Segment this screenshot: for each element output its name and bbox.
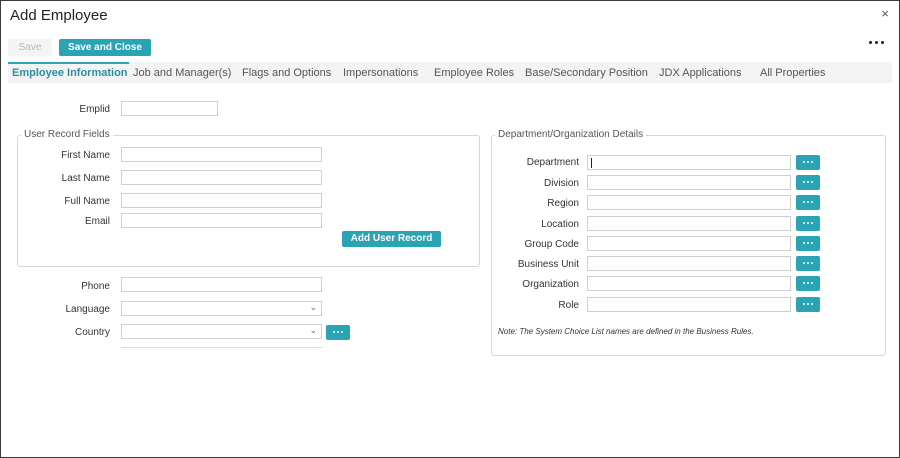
location-label: Location bbox=[541, 219, 579, 230]
department-label: Department bbox=[526, 157, 579, 168]
full-name-input[interactable] bbox=[121, 193, 322, 208]
division-input[interactable] bbox=[587, 175, 791, 190]
add-employee-dialog: Add Employee × Save Save and Close Emplo… bbox=[0, 0, 900, 458]
close-icon[interactable]: × bbox=[881, 6, 889, 21]
organization-input[interactable] bbox=[587, 276, 791, 291]
last-name-input[interactable] bbox=[121, 170, 322, 185]
last-name-label: Last Name bbox=[61, 173, 110, 184]
divider bbox=[121, 347, 322, 348]
region-label: Region bbox=[547, 198, 579, 209]
phone-label: Phone bbox=[81, 281, 110, 292]
business-unit-picker-button[interactable] bbox=[796, 256, 820, 271]
tab-employee-information[interactable]: Employee Information bbox=[12, 67, 128, 79]
group-code-label: Group Code bbox=[524, 239, 579, 250]
location-picker-button[interactable] bbox=[796, 216, 820, 231]
tab-bar: Employee Information Job and Manager(s) … bbox=[8, 62, 892, 83]
role-label: Role bbox=[558, 300, 579, 311]
tab-job-and-managers[interactable]: Job and Manager(s) bbox=[133, 67, 231, 79]
first-name-label: First Name bbox=[61, 150, 110, 161]
chevron-down-icon: ⌄ bbox=[309, 325, 317, 335]
group-code-input[interactable] bbox=[587, 236, 791, 251]
tab-employee-roles[interactable]: Employee Roles bbox=[434, 67, 514, 79]
country-label: Country bbox=[74, 327, 110, 338]
chevron-down-icon: ⌄ bbox=[309, 302, 317, 312]
division-picker-button[interactable] bbox=[796, 175, 820, 190]
user-record-legend: User Record Fields bbox=[21, 129, 113, 140]
business-unit-label: Business Unit bbox=[517, 259, 579, 270]
language-select[interactable]: ⌄ bbox=[121, 301, 322, 316]
country-select[interactable]: ⌄ bbox=[121, 324, 322, 339]
save-and-close-button[interactable]: Save and Close bbox=[59, 39, 151, 56]
dialog-title: Add Employee bbox=[10, 7, 108, 24]
business-unit-input[interactable] bbox=[587, 256, 791, 271]
emplid-label: Emplid bbox=[79, 104, 110, 115]
role-input[interactable] bbox=[587, 297, 791, 312]
tab-jdx-applications[interactable]: JDX Applications bbox=[659, 67, 742, 79]
role-picker-button[interactable] bbox=[796, 297, 820, 312]
phone-input[interactable] bbox=[121, 277, 322, 292]
more-options-icon[interactable] bbox=[869, 37, 885, 47]
emplid-input[interactable] bbox=[121, 101, 218, 116]
email-input[interactable] bbox=[121, 213, 322, 228]
organization-label: Organization bbox=[522, 279, 579, 290]
tab-base-secondary-position[interactable]: Base/Secondary Position bbox=[525, 67, 648, 79]
language-label: Language bbox=[65, 304, 111, 315]
business-rules-note: Note: The System Choice List names are d… bbox=[498, 327, 754, 336]
region-input[interactable] bbox=[587, 195, 791, 210]
tab-all-properties[interactable]: All Properties bbox=[760, 67, 825, 79]
department-legend: Department/Organization Details bbox=[495, 129, 647, 140]
group-code-picker-button[interactable] bbox=[796, 236, 820, 251]
department-input[interactable] bbox=[587, 155, 791, 170]
email-label: Email bbox=[84, 216, 110, 227]
first-name-input[interactable] bbox=[121, 147, 322, 162]
text-caret bbox=[591, 158, 592, 168]
region-picker-button[interactable] bbox=[796, 195, 820, 210]
organization-picker-button[interactable] bbox=[796, 276, 820, 291]
tab-impersonations[interactable]: Impersonations bbox=[343, 67, 418, 79]
division-label: Division bbox=[543, 178, 579, 189]
active-tab-indicator bbox=[8, 62, 129, 64]
save-button[interactable]: Save bbox=[8, 39, 52, 56]
add-user-record-button[interactable]: Add User Record bbox=[342, 231, 441, 247]
country-picker-button[interactable] bbox=[326, 325, 350, 340]
tab-flags-and-options[interactable]: Flags and Options bbox=[242, 67, 331, 79]
full-name-label: Full Name bbox=[64, 196, 110, 207]
location-input[interactable] bbox=[587, 216, 791, 231]
department-picker-button[interactable] bbox=[796, 155, 820, 170]
